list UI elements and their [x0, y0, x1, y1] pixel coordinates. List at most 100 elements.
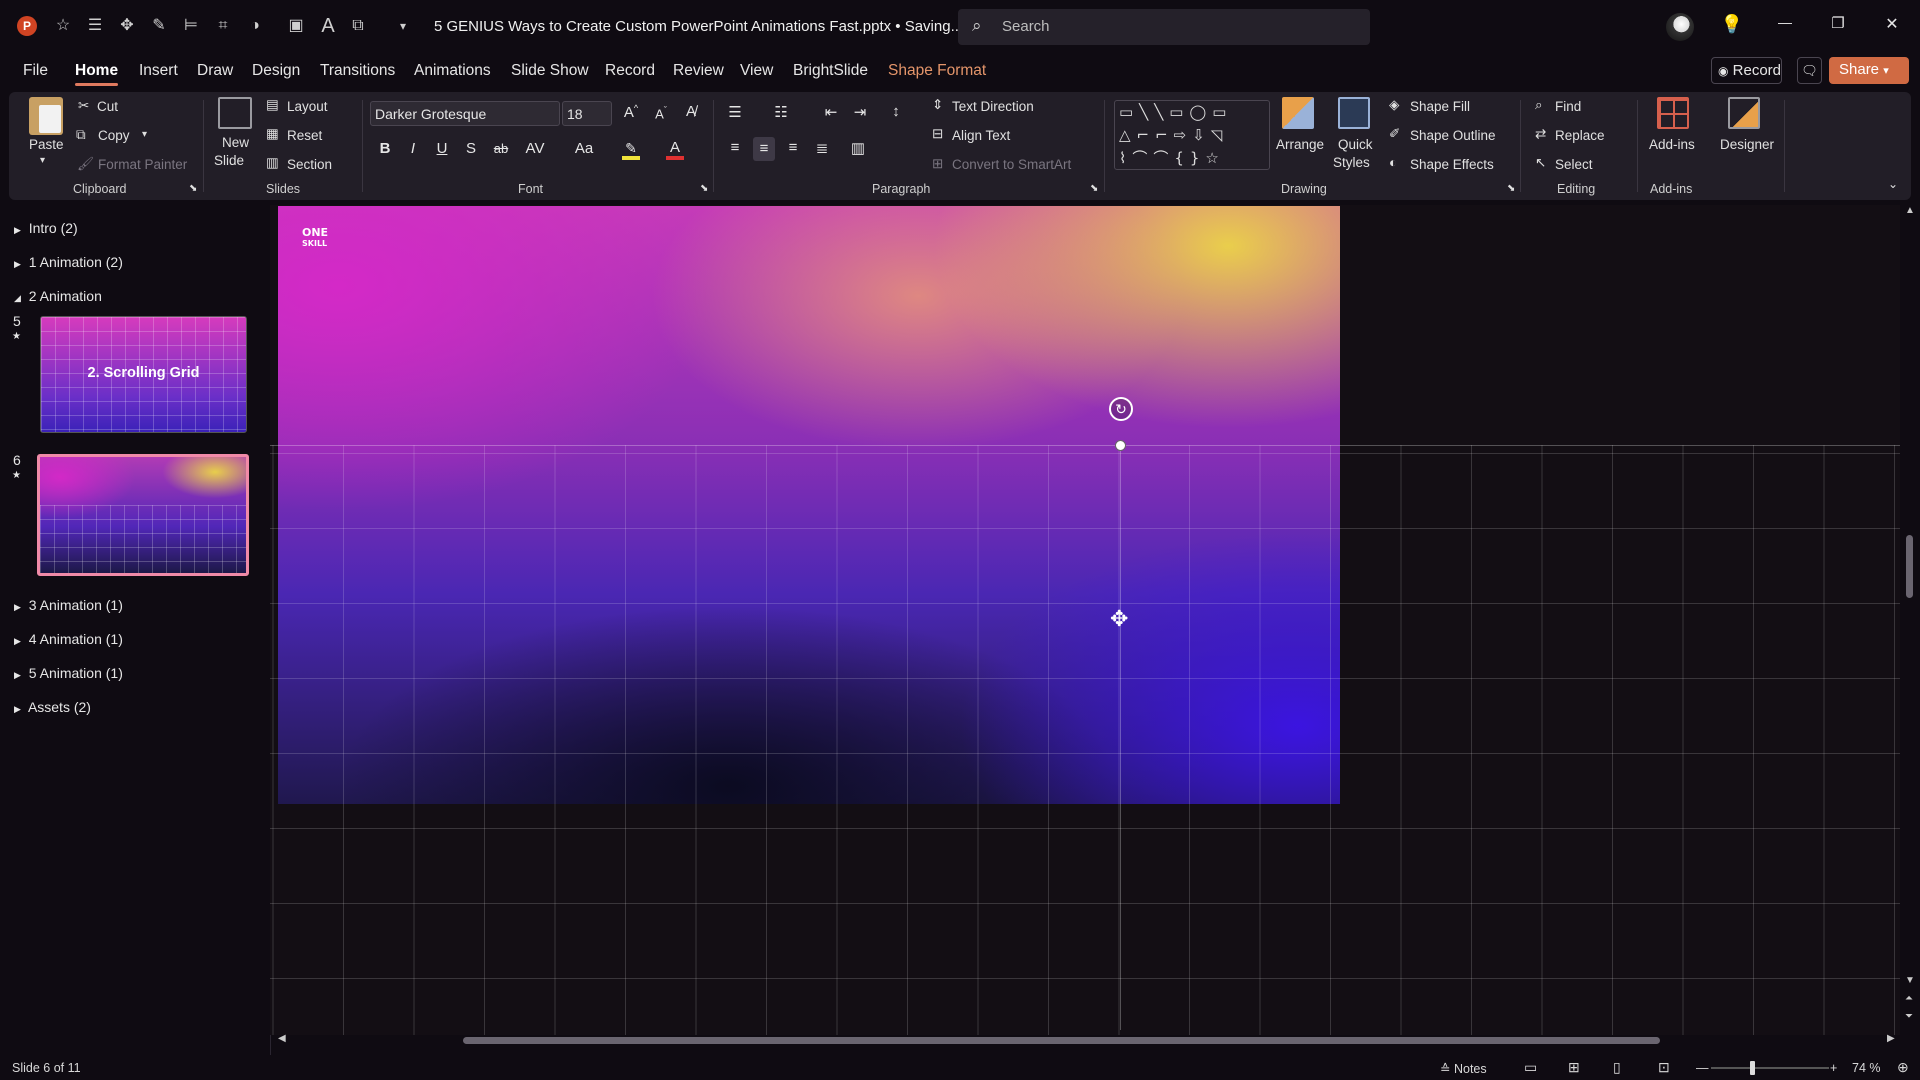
layout-button[interactable]: Layout: [287, 99, 328, 114]
shape-effects-button[interactable]: Shape Effects: [1410, 157, 1494, 172]
section-5-animation[interactable]: ▶ 5 Animation (1): [14, 665, 123, 681]
lightbulb-icon[interactable]: 💡: [1717, 14, 1747, 35]
dialog-launcher-icon[interactable]: ⬊: [1090, 183, 1098, 194]
shapes-gallery[interactable]: ▭╲╲▭◯▭ △⌐⌐⇨⇩◹ ⌇⌒⌒{}☆: [1114, 100, 1270, 170]
slide-thumbnail-6[interactable]: [37, 454, 249, 576]
quick-styles-label[interactable]: Quick: [1338, 137, 1373, 152]
quick-styles-label-2[interactable]: Styles: [1333, 155, 1370, 170]
bold-button[interactable]: B: [374, 140, 396, 157]
search-box[interactable]: ⌕ Search: [958, 9, 1370, 45]
section-2-animation[interactable]: ◢ 2 Animation: [14, 288, 102, 304]
share-button[interactable]: Share ▾: [1829, 57, 1909, 84]
new-slide-label-2[interactable]: Slide: [214, 153, 244, 168]
section-assets[interactable]: ▶ Assets (2): [14, 699, 91, 715]
justify-icon[interactable]: ≣: [811, 139, 833, 157]
tab-draw[interactable]: Draw: [197, 62, 233, 80]
scroll-up-arrow-icon[interactable]: ▲: [1905, 205, 1915, 216]
tab-home[interactable]: Home: [75, 62, 119, 86]
next-slide-icon[interactable]: ⏷: [1905, 1011, 1913, 1022]
text-icon[interactable]: A: [317, 15, 339, 37]
cut-button[interactable]: Cut: [97, 99, 118, 114]
arrange-icon[interactable]: [1282, 97, 1314, 129]
tab-shape-format[interactable]: Shape Format: [888, 62, 986, 80]
selection-handle[interactable]: [1115, 440, 1126, 451]
list-icon[interactable]: ☰: [84, 15, 106, 37]
clear-formatting-icon[interactable]: A̸: [680, 103, 702, 120]
format-painter-button[interactable]: Format Painter: [98, 157, 187, 172]
designer-icon[interactable]: [1728, 97, 1760, 129]
tab-review[interactable]: Review: [673, 62, 724, 80]
zoom-level[interactable]: 74 %: [1852, 1061, 1881, 1075]
tab-record[interactable]: Record: [605, 62, 655, 80]
dialog-launcher-icon[interactable]: ⬊: [189, 183, 197, 194]
strikethrough-button[interactable]: ab: [490, 141, 512, 156]
move-icon[interactable]: ✥: [116, 15, 138, 37]
character-spacing-button[interactable]: AV: [520, 140, 550, 157]
vertical-scrollbar[interactable]: ▲ ▼ ⏶ ⏷: [1903, 205, 1917, 1035]
comments-button[interactable]: 🗨: [1797, 57, 1822, 84]
underline-button[interactable]: U: [431, 140, 453, 157]
section-intro[interactable]: ▶ Intro (2): [14, 220, 78, 236]
replace-button[interactable]: Replace: [1555, 128, 1605, 143]
addins-icon[interactable]: [1657, 97, 1689, 129]
paste-dropdown-icon[interactable]: ▾: [40, 155, 45, 166]
vertical-scroll-thumb[interactable]: [1906, 535, 1913, 598]
avatar[interactable]: [1666, 13, 1694, 41]
search-input[interactable]: Search: [1002, 18, 1050, 35]
align-center-icon[interactable]: ≡: [753, 137, 775, 161]
dialog-launcher-icon[interactable]: ⬊: [700, 183, 708, 194]
document-title[interactable]: 5 GENIUS Ways to Create Custom PowerPoin…: [434, 17, 980, 35]
paste-button[interactable]: Paste: [29, 137, 64, 152]
line-spacing-icon[interactable]: ↕: [885, 103, 907, 120]
convert-smartart-button[interactable]: Convert to SmartArt: [952, 157, 1071, 172]
slide-thumbnail-5[interactable]: 2. Scrolling Grid: [40, 316, 247, 433]
grid-shape-selected[interactable]: [270, 445, 1900, 1035]
increase-font-icon[interactable]: A^: [620, 103, 642, 121]
collapse-ribbon-icon[interactable]: ⌄: [1888, 177, 1898, 191]
shape-fill-button[interactable]: Shape Fill: [1410, 99, 1470, 114]
designer-button[interactable]: Designer: [1720, 137, 1774, 152]
tab-file[interactable]: File: [23, 62, 48, 80]
addins-button[interactable]: Add-ins: [1649, 137, 1695, 152]
section-button[interactable]: Section: [287, 157, 332, 172]
close-button[interactable]: ✕: [1877, 14, 1907, 34]
zoom-out-button[interactable]: —: [1696, 1061, 1709, 1075]
decrease-indent-icon[interactable]: ⇤: [820, 103, 842, 121]
section-1-animation[interactable]: ▶ 1 Animation (2): [14, 254, 123, 270]
picture-icon[interactable]: ▣: [285, 15, 307, 37]
section-4-animation[interactable]: ▶ 4 Animation (1): [14, 631, 123, 647]
tab-insert[interactable]: Insert: [139, 62, 178, 80]
tab-view[interactable]: View: [740, 62, 773, 80]
font-color-icon[interactable]: A: [666, 139, 684, 160]
reading-view-icon[interactable]: ▯: [1613, 1059, 1621, 1076]
font-size-combo[interactable]: 18: [562, 101, 612, 126]
align-left-icon[interactable]: ≡: [724, 139, 746, 156]
paste-icon[interactable]: [29, 97, 63, 135]
horizontal-scroll-thumb[interactable]: [463, 1037, 1660, 1044]
scroll-left-arrow-icon[interactable]: ◀: [278, 1033, 286, 1044]
slide-sorter-icon[interactable]: ⊞: [1568, 1059, 1580, 1076]
rotate-handle-icon[interactable]: ↻: [1109, 397, 1133, 421]
shapes-icon[interactable]: ◑: [244, 15, 266, 37]
numbering-icon[interactable]: ☷: [770, 103, 792, 121]
restore-button[interactable]: ❐: [1823, 14, 1853, 32]
autosave-icon[interactable]: ☆: [52, 15, 74, 37]
tab-slide-show[interactable]: Slide Show: [511, 62, 589, 80]
copy-dropdown-icon[interactable]: ▾: [142, 129, 147, 140]
minimize-button[interactable]: —: [1770, 14, 1800, 30]
find-button[interactable]: Find: [1555, 99, 1581, 114]
horizontal-scrollbar[interactable]: ◀ ▶: [275, 1033, 1900, 1047]
tab-brightslide[interactable]: BrightSlide: [793, 62, 868, 80]
align-right-icon[interactable]: ≡: [782, 139, 804, 156]
zoom-in-button[interactable]: +: [1830, 1061, 1837, 1075]
slide-indicator[interactable]: Slide 6 of 11: [12, 1061, 81, 1075]
tab-design[interactable]: Design: [252, 62, 300, 80]
section-3-animation[interactable]: ▶ 3 Animation (1): [14, 597, 123, 613]
normal-view-icon[interactable]: ▭: [1524, 1059, 1537, 1076]
columns-icon[interactable]: ▥: [847, 139, 869, 157]
shape-outline-button[interactable]: Shape Outline: [1410, 128, 1496, 143]
notes-button[interactable]: ≙ Notes: [1440, 1061, 1487, 1076]
tab-animations[interactable]: Animations: [414, 62, 491, 80]
arrange-button[interactable]: Arrange: [1276, 137, 1324, 152]
zoom-slider-track[interactable]: [1711, 1067, 1829, 1069]
